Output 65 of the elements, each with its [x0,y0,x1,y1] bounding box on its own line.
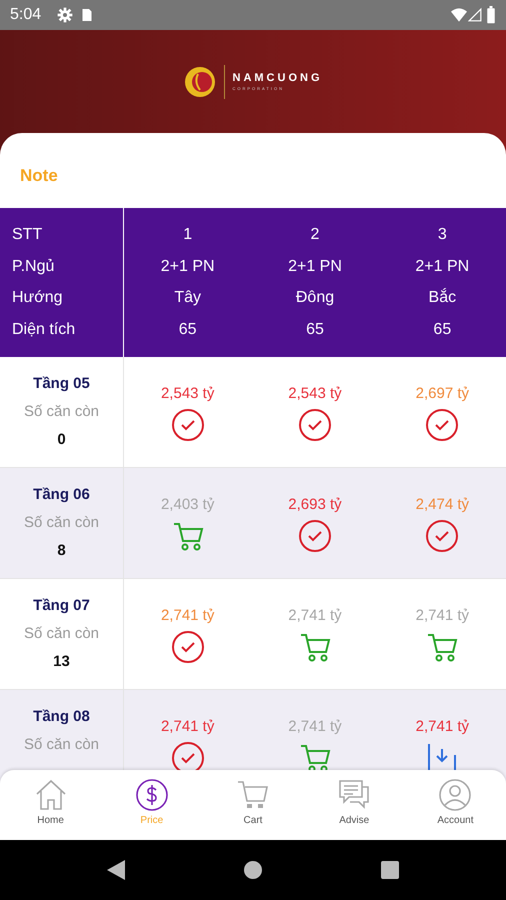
price-text: 2,741 tỷ [287,606,343,626]
header-value: 65 [432,320,452,340]
price-text: 2,741 tỷ [414,606,470,626]
check-circle-icon [298,519,332,553]
floor-label: Tầng 06 [32,485,91,505]
chat-icon[interactable] [337,778,372,812]
floor-label: Tầng 07 [32,596,91,616]
header-value: 2+1 PN [287,256,343,276]
header-value: 2+1 PN [160,256,216,276]
nav-tab[interactable]: Account [404,770,506,840]
nav-tab[interactable]: Advise [304,770,405,840]
dollar-icon[interactable] [134,778,169,812]
header-label: Hướng [12,288,64,308]
check-circle-icon [170,408,205,442]
check-circle-icon [170,630,205,664]
price-text: 2,543 tỷ [160,384,216,404]
header-value: 1 [182,225,194,245]
price-text: 2,741 tỷ [287,717,343,737]
price-text: 2,741 tỷ [160,717,216,737]
check-circle-icon [425,519,460,553]
account-icon[interactable] [438,778,472,812]
floor-label: Tầng 05 [32,374,91,394]
check-circle-icon [425,408,460,442]
header-value: Đông [294,288,336,308]
remaining-label: Số căn còn [22,735,100,755]
battery-icon [486,6,496,24]
price-text: 2,474 tỷ [414,495,470,515]
logo-icon [184,66,216,98]
price-text: 2,741 tỷ [160,606,216,626]
header-label: STT [12,225,44,245]
header-value: 65 [178,320,198,340]
remaining-count: 0 [56,430,67,450]
nav-tab[interactable]: Cart [202,770,304,840]
wifi-icon [450,7,468,23]
price-text: 2,403 tỷ [160,495,216,515]
remaining-count: 13 [52,652,71,672]
header-value: 3 [436,225,448,245]
nav-tab[interactable]: Home [0,770,102,840]
price-text: 2,693 tỷ [287,495,343,515]
header-value: 2+1 PN [414,256,470,276]
price-text: 2,741 tỷ [414,717,470,737]
header-value: Tây [173,288,202,308]
settings-icon [57,7,74,23]
back-icon [107,860,126,880]
remaining-label: Số căn còn [22,402,100,422]
signal-icon [468,7,482,23]
remaining-count: 8 [56,541,67,561]
clock-text: 5:04 [10,5,42,25]
logo-text: NAMCUONG [232,72,322,84]
header-value: 65 [305,320,325,340]
floor-label: Tầng 08 [32,707,91,727]
home-icon[interactable] [34,778,68,812]
price-text: 2,543 tỷ [287,384,343,404]
price-text: 2,697 tỷ [414,384,470,404]
header-value: 2 [310,225,320,245]
check-circle-icon [298,408,332,442]
header-label: P.Ngủ [12,256,56,276]
remaining-label: Số căn còn [22,624,100,644]
remaining-label: Số căn còn [22,513,100,533]
header-label: Diện tích [12,320,76,340]
note-heading: Note [19,165,59,187]
home-circle-icon [244,861,262,879]
header-value: Bắc [428,287,458,308]
sd-card-icon [81,7,94,23]
recents-icon [380,861,399,879]
